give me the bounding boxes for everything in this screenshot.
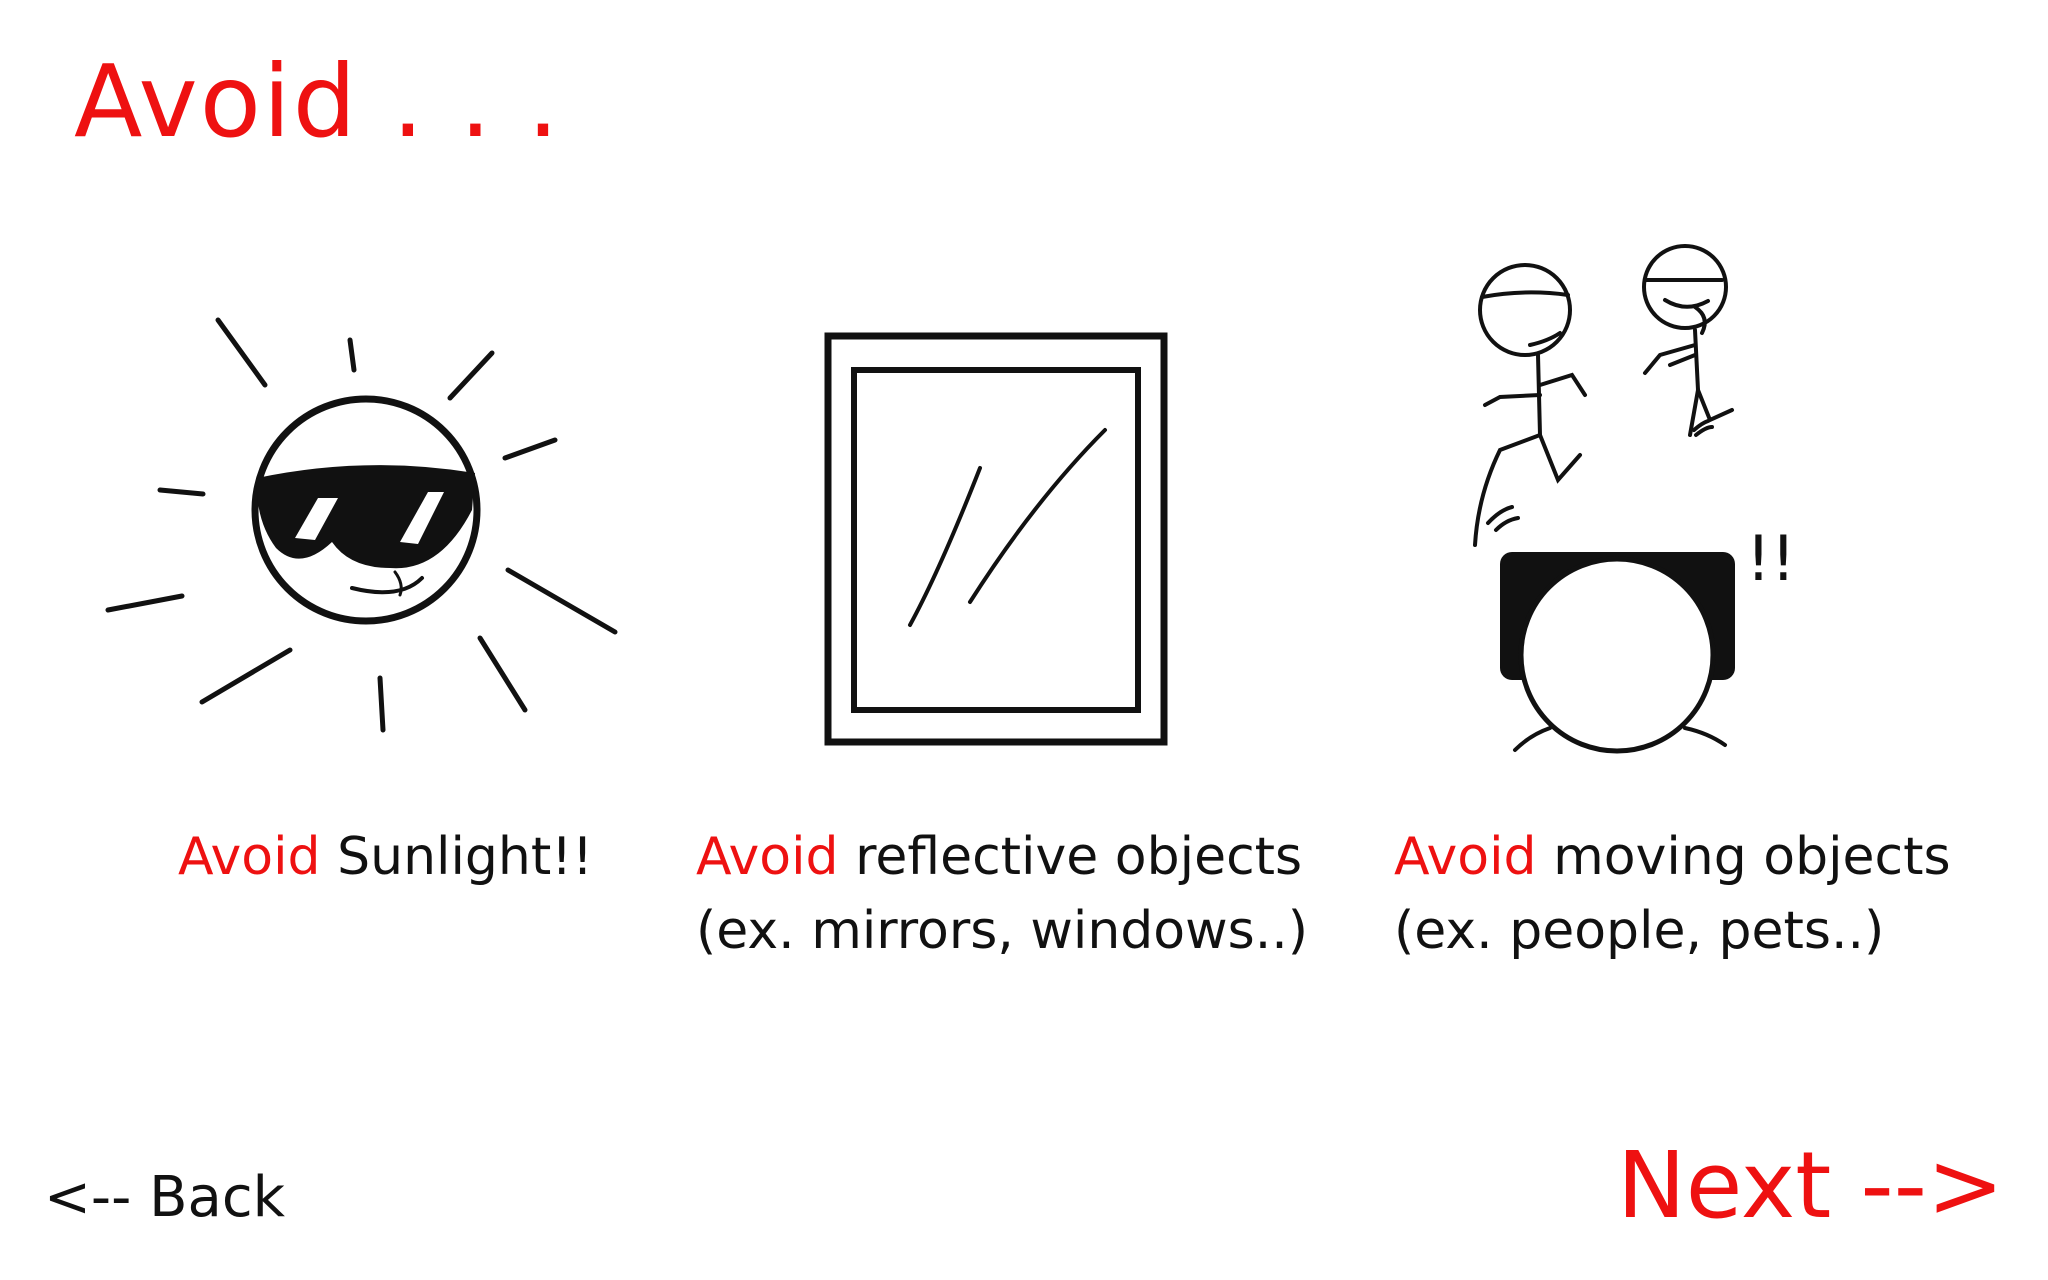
back-button[interactable]: <-- Back — [44, 1170, 285, 1226]
caption-accent: Avoid — [696, 827, 839, 887]
moving-people-icon — [1473, 244, 1735, 754]
caption-reflective: Avoid reflective objects (ex. mirrors, w… — [696, 820, 1308, 968]
caption-line2: (ex. mirrors, windows..) — [696, 901, 1309, 961]
caption-accent: Avoid — [178, 827, 321, 887]
page-title: Avoid . . . — [74, 43, 561, 160]
caption-line1: reflective objects — [838, 827, 1303, 887]
sun-with-sunglasses-icon — [105, 317, 618, 733]
caption-line1: Sunlight!! — [320, 827, 593, 887]
mirror-icon — [824, 332, 1168, 746]
next-button[interactable]: Next --> — [1617, 1140, 2004, 1232]
caption-line2: (ex. people, pets..) — [1394, 901, 1885, 961]
alert-mark: !! — [1746, 522, 1796, 595]
caption-moving: Avoid moving objects (ex. people, pets..… — [1394, 820, 1951, 968]
caption-accent: Avoid — [1394, 827, 1537, 887]
caption-sunlight: Avoid Sunlight!! — [178, 820, 593, 894]
caption-line1: moving objects — [1536, 827, 1951, 887]
